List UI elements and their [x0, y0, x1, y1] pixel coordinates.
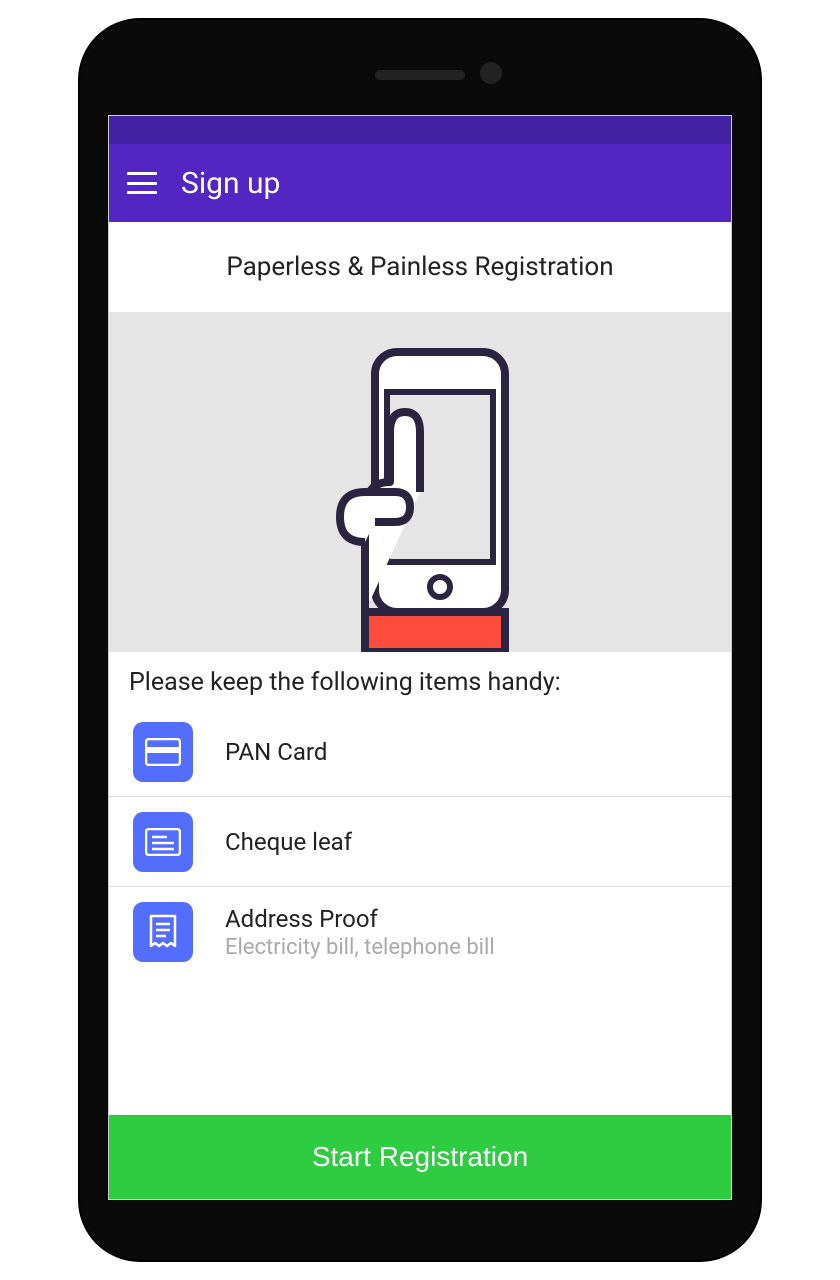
- spacer: [109, 977, 731, 1115]
- card-icon: [133, 722, 193, 782]
- hero: Paperless & Painless Registration: [109, 222, 731, 652]
- main-content: Paperless & Painless Registration: [109, 222, 731, 1199]
- item-title: Address Proof: [225, 905, 495, 933]
- instruction-text: Please keep the following items handy:: [109, 652, 731, 707]
- start-registration-button[interactable]: Start Registration: [109, 1115, 731, 1199]
- hand-holding-phone-icon: [305, 342, 535, 652]
- bill-icon: [133, 902, 193, 962]
- status-bar: [109, 116, 731, 144]
- app-bar: Sign up: [109, 144, 731, 222]
- hero-illustration: [109, 312, 731, 652]
- item-subtitle: Electricity bill, telephone bill: [225, 935, 495, 960]
- item-text: Address Proof Electricity bill, telephon…: [225, 905, 495, 960]
- list-item: Cheque leaf: [109, 797, 731, 887]
- hero-title: Paperless & Painless Registration: [109, 252, 731, 312]
- device-speaker: [375, 70, 465, 80]
- requirements-list: PAN Card Cheque leaf: [109, 707, 731, 977]
- page-title: Sign up: [181, 166, 280, 201]
- item-text: Cheque leaf: [225, 828, 352, 856]
- device-frame: Sign up Paperless & Painless Registratio…: [80, 20, 760, 1260]
- menu-icon[interactable]: [127, 172, 157, 194]
- item-title: PAN Card: [225, 738, 327, 766]
- list-item: Address Proof Electricity bill, telephon…: [109, 887, 731, 977]
- item-title: Cheque leaf: [225, 828, 352, 856]
- list-item: PAN Card: [109, 707, 731, 797]
- screen: Sign up Paperless & Painless Registratio…: [108, 115, 732, 1200]
- device-camera: [480, 62, 502, 84]
- cheque-icon: [133, 812, 193, 872]
- item-text: PAN Card: [225, 738, 327, 766]
